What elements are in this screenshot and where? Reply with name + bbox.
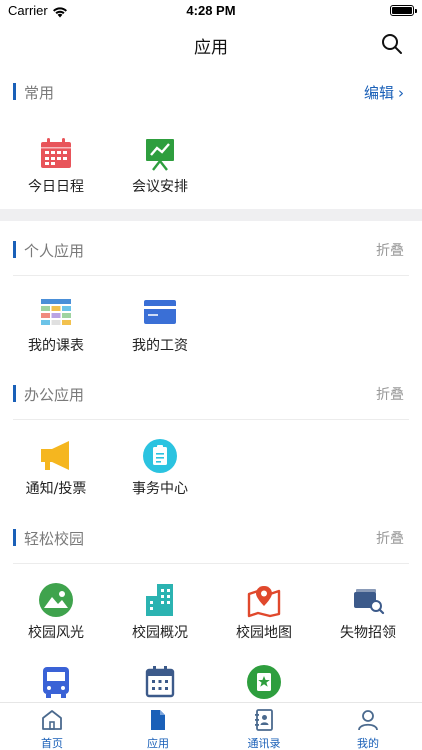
section-marker xyxy=(13,529,16,546)
app-label: 失物招领 xyxy=(340,625,396,641)
page-title: 应用 xyxy=(194,38,228,58)
section-marker xyxy=(13,385,16,402)
calendar-grid-icon xyxy=(38,136,74,172)
app-label: 会议安排 xyxy=(132,179,188,195)
tab-home[interactable]: 首页 xyxy=(0,703,104,750)
app-label: 校园概况 xyxy=(132,625,188,641)
app-label: 校园地图 xyxy=(236,625,292,641)
section-title: 轻松校园 xyxy=(24,530,85,548)
app-label: 今日日程 xyxy=(28,179,84,195)
clock: 4:28 PM xyxy=(186,3,236,18)
edit-button[interactable]: 编辑 › xyxy=(364,82,404,103)
app-my-salary[interactable]: 我的工资 xyxy=(108,295,212,375)
chevron-right-icon: › xyxy=(398,84,404,102)
divider xyxy=(13,419,409,420)
section-common-header: 常用 编辑 › xyxy=(0,72,422,112)
app-campus-scenery[interactable]: 校园风光 xyxy=(4,582,108,662)
app-lost-and-found[interactable]: 失物招领 xyxy=(316,582,420,662)
divider xyxy=(13,275,409,276)
tab-mine[interactable]: 我的 xyxy=(316,703,420,750)
tab-label: 应用 xyxy=(147,737,169,750)
app-label: 通知/投票 xyxy=(25,481,87,497)
home-icon xyxy=(40,708,64,732)
bus-icon xyxy=(38,664,74,700)
buildings-icon xyxy=(142,582,178,618)
timetable-icon xyxy=(38,295,74,331)
search-button[interactable] xyxy=(380,32,404,56)
section-marker xyxy=(13,241,16,258)
payslip-card-icon xyxy=(142,295,178,331)
tab-label: 通讯录 xyxy=(247,737,281,750)
collapse-button[interactable]: 折叠 xyxy=(376,240,404,260)
status-bar: Carrier 4:28 PM xyxy=(0,0,422,22)
tab-label: 首页 xyxy=(41,737,63,750)
tab-contacts[interactable]: 通讯录 xyxy=(212,703,316,750)
person-icon xyxy=(356,708,380,732)
collapse-button[interactable]: 折叠 xyxy=(376,528,404,548)
app-label: 我的课表 xyxy=(28,338,84,354)
tab-label: 我的 xyxy=(357,737,379,750)
section-title: 个人应用 xyxy=(24,242,85,260)
wallet-search-icon xyxy=(350,582,386,618)
tab-bar: 首页 应用 通讯录 我的 xyxy=(0,702,422,750)
landscape-icon xyxy=(38,582,74,618)
section-separator xyxy=(0,209,422,221)
battery-icon xyxy=(390,5,417,16)
app-campus-map[interactable]: 校园地图 xyxy=(212,582,316,662)
star-badge-icon xyxy=(246,664,282,700)
app-affairs-center[interactable]: 事务中心 xyxy=(108,438,212,518)
app-my-timetable[interactable]: 我的课表 xyxy=(4,295,108,375)
search-icon xyxy=(382,34,402,54)
app-meeting-schedule[interactable]: 会议安排 xyxy=(108,136,212,216)
navigation-bar: 应用 xyxy=(0,22,422,66)
section-title: 办公应用 xyxy=(24,386,85,404)
section-campus-header: 轻松校园 折叠 xyxy=(0,518,422,558)
section-marker xyxy=(13,83,16,100)
divider xyxy=(13,563,409,564)
map-pin-icon xyxy=(246,582,282,618)
clipboard-icon xyxy=(142,438,178,474)
section-title: 常用 xyxy=(24,84,55,102)
presentation-board-icon xyxy=(142,136,178,172)
document-icon xyxy=(146,708,170,732)
megaphone-icon xyxy=(38,438,74,474)
collapse-button[interactable]: 折叠 xyxy=(376,384,404,404)
app-label: 我的工资 xyxy=(132,338,188,354)
app-today-schedule[interactable]: 今日日程 xyxy=(4,136,108,216)
section-office-header: 办公应用 折叠 xyxy=(0,374,422,414)
app-campus-overview[interactable]: 校园概况 xyxy=(108,582,212,662)
app-label: 事务中心 xyxy=(132,481,188,497)
app-label: 校园风光 xyxy=(28,625,84,641)
contacts-book-icon xyxy=(252,708,276,732)
calendar-icon xyxy=(142,664,178,700)
app-notice-vote[interactable]: 通知/投票 xyxy=(4,438,108,518)
tab-apps[interactable]: 应用 xyxy=(106,703,210,750)
edit-label: 编辑 xyxy=(363,84,394,102)
section-personal-header: 个人应用 折叠 xyxy=(0,230,422,270)
